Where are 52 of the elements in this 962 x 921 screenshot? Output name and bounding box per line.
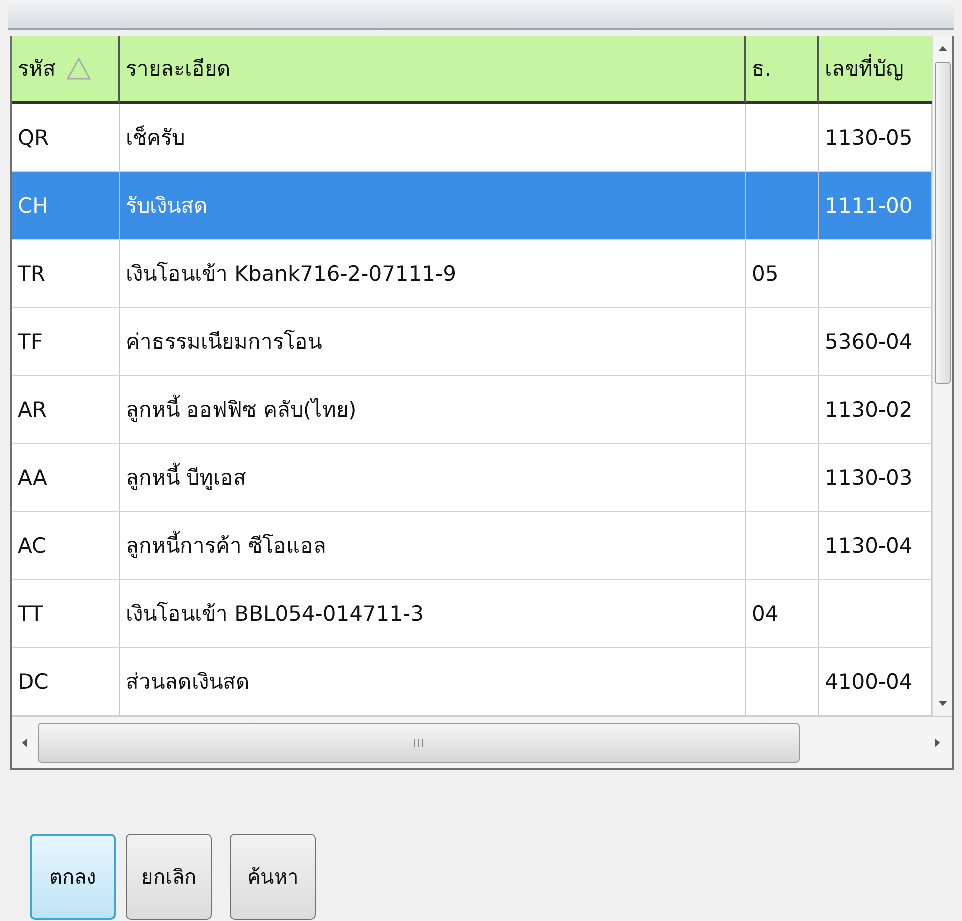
column-header-label: ธ. bbox=[752, 56, 772, 83]
table-cell: TR bbox=[12, 240, 120, 308]
table-row[interactable]: QR เช็ครับ 1130-05 bbox=[12, 104, 932, 172]
table-cell: AA bbox=[12, 444, 120, 512]
sort-ascending-icon bbox=[66, 56, 92, 80]
horizontal-scrollbar[interactable] bbox=[12, 716, 952, 768]
table-cell: 1130-04 bbox=[819, 512, 932, 580]
table-cell: ลูกหนี้ บีทูเอส bbox=[120, 444, 746, 512]
table-row[interactable]: AA ลูกหนี้ บีทูเอส 1130-03 bbox=[12, 444, 932, 512]
table-cell: เช็ครับ bbox=[120, 104, 746, 172]
column-header[interactable]: ธ. bbox=[746, 36, 819, 104]
table-cell: ค่าธรรมเนียมการโอน bbox=[120, 308, 746, 376]
table-cell: CH bbox=[12, 172, 120, 240]
table-row[interactable]: AC ลูกหนี้การค้า ซีโอแอล 1130-04 bbox=[12, 512, 932, 580]
table-row[interactable]: TT เงินโอนเข้า BBL054-014711-3 04 bbox=[12, 580, 932, 648]
table-cell: 04 bbox=[746, 580, 819, 648]
table-cell: 1130-02 bbox=[819, 376, 932, 444]
table-cell: 1130-05 bbox=[819, 104, 932, 172]
dialog-button[interactable]: ยกเลิก bbox=[126, 834, 212, 920]
table-cell: AR bbox=[12, 376, 120, 444]
table-row[interactable]: TR เงินโอนเข้า Kbank716-2-07111-9 05 bbox=[12, 240, 932, 308]
table-cell: 1130-03 bbox=[819, 444, 932, 512]
table-cell: QR bbox=[12, 104, 120, 172]
grip-icon bbox=[413, 736, 425, 748]
table-cell: 1111-00 bbox=[819, 172, 932, 240]
table-cell: ลูกหนี้ ออฟฟิซ คลับ(ไทย) bbox=[120, 376, 746, 444]
column-header[interactable]: เลขที่บัญ bbox=[819, 36, 932, 104]
column-header-label: เลขที่บัญ bbox=[825, 52, 904, 85]
table-cell: ส่วนลดเงินสด bbox=[120, 648, 746, 716]
table-cell: เงินโอนเข้า Kbank716-2-07111-9 bbox=[120, 240, 746, 308]
table-cell: TF bbox=[12, 308, 120, 376]
table-cell: DC bbox=[12, 648, 120, 716]
dialog-button[interactable]: ค้นหา bbox=[230, 834, 316, 920]
table-row[interactable]: DC ส่วนลดเงินสด 4100-04 bbox=[12, 648, 932, 716]
vertical-scrollbar[interactable] bbox=[932, 36, 952, 716]
column-header-label: รหัส bbox=[18, 56, 56, 83]
scrollbar-thumb[interactable] bbox=[38, 722, 800, 762]
table-cell: TT bbox=[12, 580, 120, 648]
column-header[interactable]: รายละเอียด bbox=[120, 36, 746, 104]
table-row[interactable]: AR ลูกหนี้ ออฟฟิซ คลับ(ไทย) 1130-02 bbox=[12, 376, 932, 444]
table-cell: 5360-04 bbox=[819, 308, 932, 376]
table-cell: AC bbox=[12, 512, 120, 580]
column-header[interactable]: รหัส bbox=[12, 36, 120, 104]
table-cell: 05 bbox=[746, 240, 819, 308]
table-cell: รับเงินสด bbox=[120, 172, 746, 240]
table-cell: เงินโอนเข้า BBL054-014711-3 bbox=[120, 580, 746, 648]
table-row[interactable]: TF ค่าธรรมเนียมการโอน 5360-04 bbox=[12, 308, 932, 376]
scrollbar-thumb[interactable] bbox=[934, 62, 950, 384]
dialog-button[interactable]: ตกลง bbox=[30, 834, 116, 920]
column-header-label: รายละเอียด bbox=[126, 56, 231, 83]
table-cell: 4100-04 bbox=[819, 648, 932, 716]
table-cell: ลูกหนี้การค้า ซีโอแอล bbox=[120, 512, 746, 580]
